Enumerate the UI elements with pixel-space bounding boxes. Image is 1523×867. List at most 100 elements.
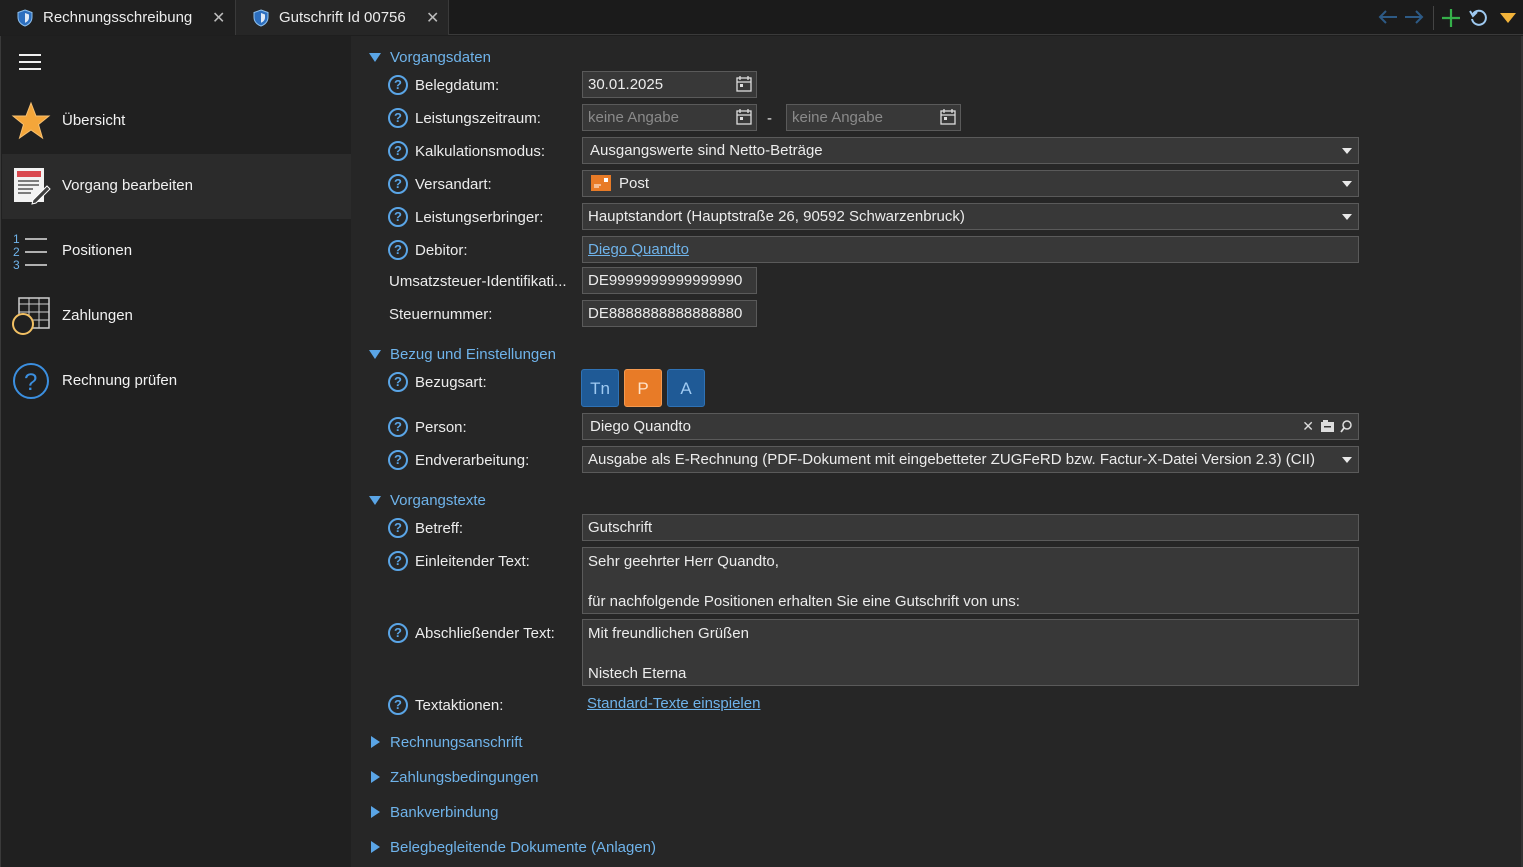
clear-icon[interactable]: ✕ — [1302, 414, 1314, 439]
field-placeholder: keine Angabe — [588, 109, 679, 126]
steuernummer-input[interactable]: DE8888888888888880 — [582, 300, 757, 327]
shield-icon — [17, 9, 33, 27]
section-anlagen[interactable]: Belegbegleitende Dokumente (Anlagen) — [368, 836, 656, 858]
field-value: Ausgabe als E-Rechnung (PDF-Dokument mit… — [588, 451, 1315, 468]
sidebar-item-zahlungen[interactable]: Zahlungen — [2, 284, 351, 349]
star-icon — [11, 101, 51, 140]
abschliessender-text-area[interactable]: Mit freundlichen Grüßen Nistech Eterna — [582, 619, 1359, 686]
sidebar-item-positionen[interactable]: 1 2 3 Positionen — [2, 219, 351, 284]
sidebar-item-rechnung-pruefen[interactable]: ? Rechnung prüfen — [2, 349, 351, 414]
field-value: Post — [619, 175, 650, 192]
section-rechnungsanschrift[interactable]: Rechnungsanschrift — [368, 731, 523, 753]
bezugsart-tn-button[interactable]: Tn — [581, 369, 619, 407]
expanded-triangle-icon — [369, 53, 381, 62]
help-icon[interactable]: ? — [388, 240, 408, 260]
edit-document-icon — [14, 168, 51, 205]
help-icon[interactable]: ? — [388, 450, 408, 470]
leistungserbringer-select[interactable]: Hauptstandort (Hauptstraße 26, 90592 Sch… — [582, 203, 1359, 230]
field-label: Person: — [415, 419, 467, 436]
debitor-link[interactable]: Diego Quandto — [588, 241, 689, 258]
shield-icon — [253, 9, 269, 27]
sidebar-item-vorgang-bearbeiten[interactable]: Vorgang bearbeiten — [2, 154, 351, 219]
endverarbeitung-select[interactable]: Ausgabe als E-Rechnung (PDF-Dokument mit… — [582, 446, 1359, 473]
help-icon[interactable]: ? — [388, 623, 408, 643]
close-icon[interactable]: ✕ — [212, 8, 225, 28]
bezugsart-p-button[interactable]: P — [624, 369, 662, 407]
ustid-input[interactable]: DE9999999999999990 — [582, 267, 757, 294]
dropdown-menu-icon[interactable] — [1499, 12, 1517, 24]
versandart-select[interactable]: Post — [582, 170, 1359, 197]
field-label: Debitor: — [415, 242, 468, 259]
calendar-icon[interactable] — [735, 108, 753, 126]
help-icon[interactable]: ? — [388, 551, 408, 571]
field-label: Endverarbeitung: — [415, 452, 530, 469]
tab-rechnungsschreibung[interactable]: Rechnungsschreibung ✕ — [0, 0, 236, 35]
section-title: Vorgangstexte — [390, 491, 486, 509]
close-icon[interactable]: ✕ — [426, 8, 439, 28]
calendar-icon[interactable] — [939, 108, 957, 126]
back-arrow-icon[interactable] — [1377, 9, 1399, 25]
field-label: Textaktionen: — [415, 697, 504, 714]
search-icon[interactable] — [1340, 420, 1353, 433]
leistungszeitraum-from-input[interactable]: keine Angabe — [582, 104, 757, 131]
refresh-icon[interactable] — [1469, 8, 1489, 28]
section-vorgangsdaten[interactable]: Vorgangsdaten — [368, 46, 491, 68]
collapsed-triangle-icon — [371, 771, 380, 783]
help-icon[interactable]: ? — [388, 695, 408, 715]
mail-icon — [591, 175, 611, 191]
standard-texte-link[interactable]: Standard-Texte einspielen — [587, 695, 760, 712]
text-line: Mit freundlichen Grüßen — [588, 625, 749, 642]
field-value: Gutschrift — [588, 519, 653, 536]
numbered-list-icon: 1 2 3 — [13, 232, 47, 271]
collapsed-triangle-icon — [371, 841, 380, 853]
field-label: Leistungszeitraum: — [415, 110, 541, 127]
tab-label: Gutschrift Id 00756 — [279, 9, 406, 26]
sidebar-item-label: Rechnung prüfen — [62, 372, 178, 389]
person-field[interactable]: Diego Quandto ✕ — [582, 413, 1359, 440]
open-card-icon[interactable] — [1321, 420, 1334, 432]
belegdatum-input[interactable]: 30.01.2025 — [582, 71, 757, 98]
help-icon[interactable]: ? — [388, 372, 408, 392]
debitor-field[interactable]: Diego Quandto — [582, 236, 1359, 263]
bezugsart-a-button[interactable]: A — [667, 369, 705, 407]
field-value: DE8888888888888880 — [588, 305, 743, 322]
help-icon[interactable]: ? — [388, 417, 408, 437]
betreff-input[interactable]: Gutschrift — [582, 514, 1359, 541]
forward-arrow-icon[interactable] — [1403, 9, 1425, 25]
field-value: Ausgangswerte sind Netto-Beträge — [590, 142, 823, 159]
chevron-down-icon — [1342, 457, 1352, 463]
expanded-triangle-icon — [369, 496, 381, 505]
help-icon[interactable]: ? — [388, 141, 408, 161]
section-vorgangstexte[interactable]: Vorgangstexte — [368, 489, 486, 511]
field-label: Abschließender Text: — [415, 625, 555, 642]
collapsed-triangle-icon — [371, 736, 380, 748]
section-zahlungsbedingungen[interactable]: Zahlungsbedingungen — [368, 766, 538, 788]
field-placeholder: keine Angabe — [792, 109, 883, 126]
hamburger-menu-icon[interactable] — [19, 54, 41, 75]
help-icon[interactable]: ? — [388, 174, 408, 194]
einleitender-text-area[interactable]: Sehr geehrter Herr Quandto, für nachfolg… — [582, 547, 1359, 614]
section-title: Rechnungsanschrift — [390, 733, 523, 751]
sidebar-item-uebersicht[interactable]: Übersicht — [2, 89, 351, 154]
main-content: Vorgangsdaten ? Belegdatum: 30.01.2025 ?… — [351, 36, 1523, 867]
section-title: Belegbegleitende Dokumente (Anlagen) — [390, 838, 657, 856]
section-bankverbindung[interactable]: Bankverbindung — [368, 801, 498, 823]
help-icon[interactable]: ? — [388, 207, 408, 227]
field-value: DE9999999999999990 — [588, 272, 743, 289]
collapsed-triangle-icon — [371, 806, 380, 818]
calendar-icon[interactable] — [735, 75, 753, 93]
leistungszeitraum-to-input[interactable]: keine Angabe — [786, 104, 961, 131]
help-icon[interactable]: ? — [388, 108, 408, 128]
section-title: Zahlungsbedingungen — [390, 768, 539, 786]
chevron-down-icon — [1342, 214, 1352, 220]
add-icon[interactable] — [1441, 8, 1461, 28]
chevron-down-icon — [1342, 181, 1352, 187]
chevron-down-icon — [1342, 148, 1352, 154]
section-title: Vorgangsdaten — [390, 48, 491, 66]
section-bezug[interactable]: Bezug und Einstellungen — [368, 343, 556, 365]
text-line: für nachfolgende Positionen erhalten Sie… — [588, 593, 1020, 610]
tab-gutschrift[interactable]: Gutschrift Id 00756 ✕ — [236, 0, 449, 35]
kalkulationsmodus-select[interactable]: Ausgangswerte sind Netto-Beträge — [582, 137, 1359, 164]
help-icon[interactable]: ? — [388, 75, 408, 95]
help-icon[interactable]: ? — [388, 518, 408, 538]
